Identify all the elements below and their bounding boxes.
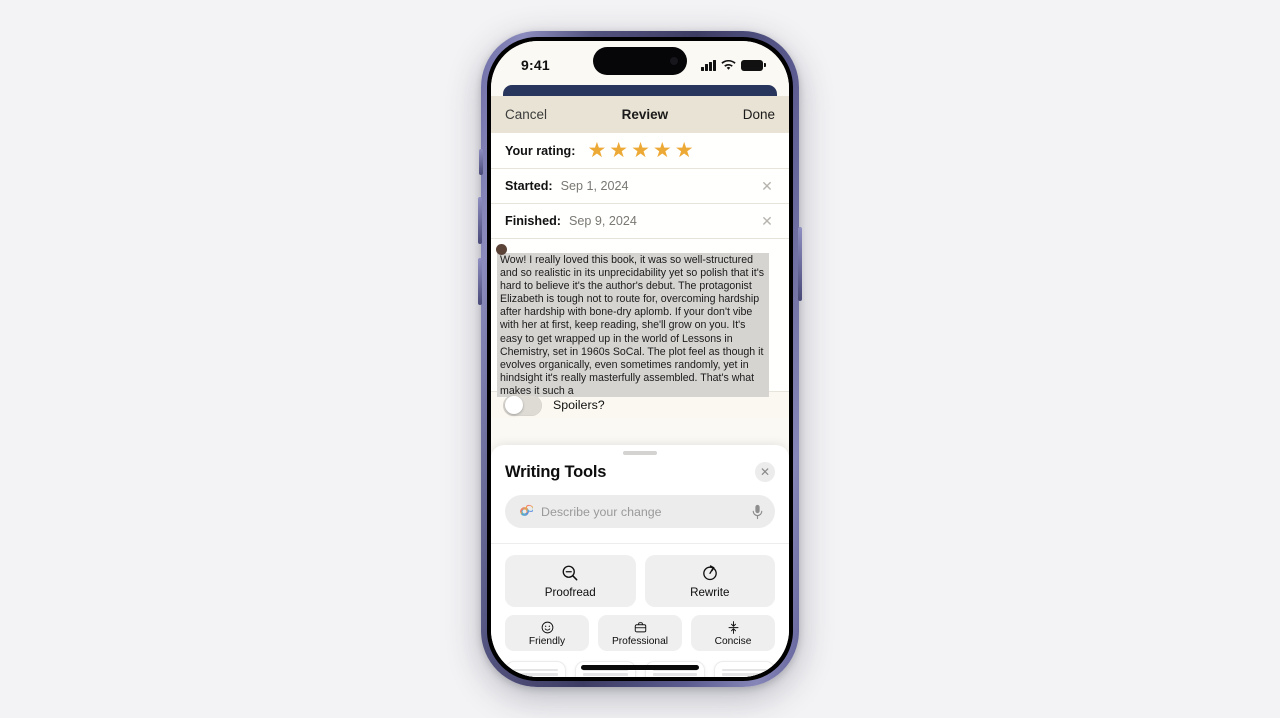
star-icon[interactable]: ★ — [587, 140, 606, 161]
proofread-label: Proofread — [544, 586, 596, 599]
apple-intelligence-icon — [520, 504, 533, 516]
star-rating-control[interactable]: ★ ★ ★ ★ ★ — [587, 140, 693, 161]
proofread-button[interactable]: Proofread — [505, 555, 636, 607]
rewrite-button[interactable]: Rewrite — [644, 555, 775, 607]
writing-tools-header: Writing Tools ✕ — [491, 455, 789, 482]
rewrite-label: Rewrite — [690, 586, 730, 599]
volume-up-button[interactable] — [478, 197, 482, 244]
toggle-knob — [504, 396, 523, 414]
describe-change-input[interactable]: Describe your change — [505, 495, 775, 528]
iphone-device-frame: 9:41 Cancel Review Done Your rating: ★ ★… — [478, 31, 802, 687]
clear-finished-icon[interactable]: ✕ — [759, 214, 775, 228]
done-button[interactable]: Done — [743, 107, 775, 122]
doc-lines — [513, 669, 558, 677]
briefcase-icon — [634, 621, 646, 632]
document-card-icon[interactable]: ↓ — [505, 661, 566, 677]
describe-change-placeholder: Describe your change — [541, 504, 662, 519]
concise-label: Concise — [714, 635, 752, 647]
rating-label: Your rating: — [505, 143, 576, 158]
doc-lines — [722, 669, 767, 677]
started-label: Started: — [505, 179, 553, 193]
writing-tools-title: Writing Tools — [505, 462, 607, 481]
phone-bezel: 9:41 Cancel Review Done Your rating: ★ ★… — [487, 37, 793, 681]
finished-value[interactable]: Sep 9, 2024 — [569, 214, 637, 228]
battery-icon — [741, 59, 766, 71]
phone-screen: 9:41 Cancel Review Done Your rating: ★ ★… — [491, 41, 789, 677]
started-value[interactable]: Sep 1, 2024 — [561, 179, 629, 193]
review-text-area[interactable]: Wow! I really loved this book, it was so… — [491, 239, 789, 397]
cancel-button[interactable]: Cancel — [505, 107, 547, 122]
finished-label: Finished: — [505, 214, 561, 228]
doc-lines — [652, 669, 698, 677]
status-bar-clock: 9:41 — [521, 57, 550, 73]
started-date-row[interactable]: Started: Sep 1, 2024 ✕ — [491, 169, 789, 204]
friendly-button[interactable]: Friendly — [505, 615, 589, 651]
dynamic-island — [593, 47, 687, 75]
star-icon[interactable]: ★ — [653, 140, 672, 161]
power-button[interactable] — [798, 227, 802, 301]
volume-down-button[interactable] — [478, 258, 482, 305]
document-card-icon[interactable]: ↓ — [714, 661, 775, 677]
concise-button[interactable]: Concise — [691, 615, 775, 651]
compress-vertical-icon — [728, 620, 738, 634]
screenshot-stage: 9:41 Cancel Review Done Your rating: ★ ★… — [0, 0, 1280, 718]
parent-sheet-edge — [491, 85, 789, 96]
silent-switch[interactable] — [479, 149, 483, 175]
rewrite-circle-arrow-icon — [702, 565, 717, 581]
wifi-icon — [721, 59, 736, 70]
status-bar: 9:41 — [491, 41, 789, 85]
status-bar-indicators — [701, 59, 766, 71]
home-indicator[interactable] — [581, 665, 699, 670]
spoilers-label: Spoilers? — [553, 398, 605, 412]
star-icon[interactable]: ★ — [609, 140, 628, 161]
review-text-content[interactable]: Wow! I really loved this book, it was so… — [497, 253, 769, 397]
professional-button[interactable]: Professional — [598, 615, 682, 651]
front-camera-icon — [670, 57, 678, 65]
writing-tools-panel: Writing Tools ✕ Describe your change Pro… — [491, 445, 789, 677]
cellular-bars-icon — [701, 59, 716, 71]
tone-actions-row: Friendly Professional Concise — [491, 607, 789, 651]
star-icon[interactable]: ★ — [631, 140, 650, 161]
friendly-label: Friendly — [528, 635, 566, 647]
spoilers-toggle[interactable] — [503, 394, 542, 416]
rating-row: Your rating: ★ ★ ★ ★ ★ — [491, 133, 789, 169]
finished-date-row[interactable]: Finished: Sep 9, 2024 ✕ — [491, 204, 789, 239]
text-selection-handle[interactable] — [496, 244, 507, 255]
primary-actions-row: Proofread Rewrite — [491, 544, 789, 607]
clear-started-icon[interactable]: ✕ — [759, 179, 775, 193]
microphone-icon[interactable] — [751, 504, 764, 520]
summary-cards-row: ↓ ↓ ↓ ↓ — [491, 651, 789, 677]
page-title: Review — [621, 107, 669, 122]
star-icon[interactable]: ★ — [675, 140, 694, 161]
close-icon[interactable]: ✕ — [755, 462, 775, 482]
magnifier-minus-icon — [562, 565, 578, 581]
professional-label: Professional — [611, 635, 669, 647]
doc-lines — [582, 669, 628, 677]
smiley-face-icon — [541, 621, 553, 633]
modal-navigation-bar: Cancel Review Done — [491, 96, 789, 133]
